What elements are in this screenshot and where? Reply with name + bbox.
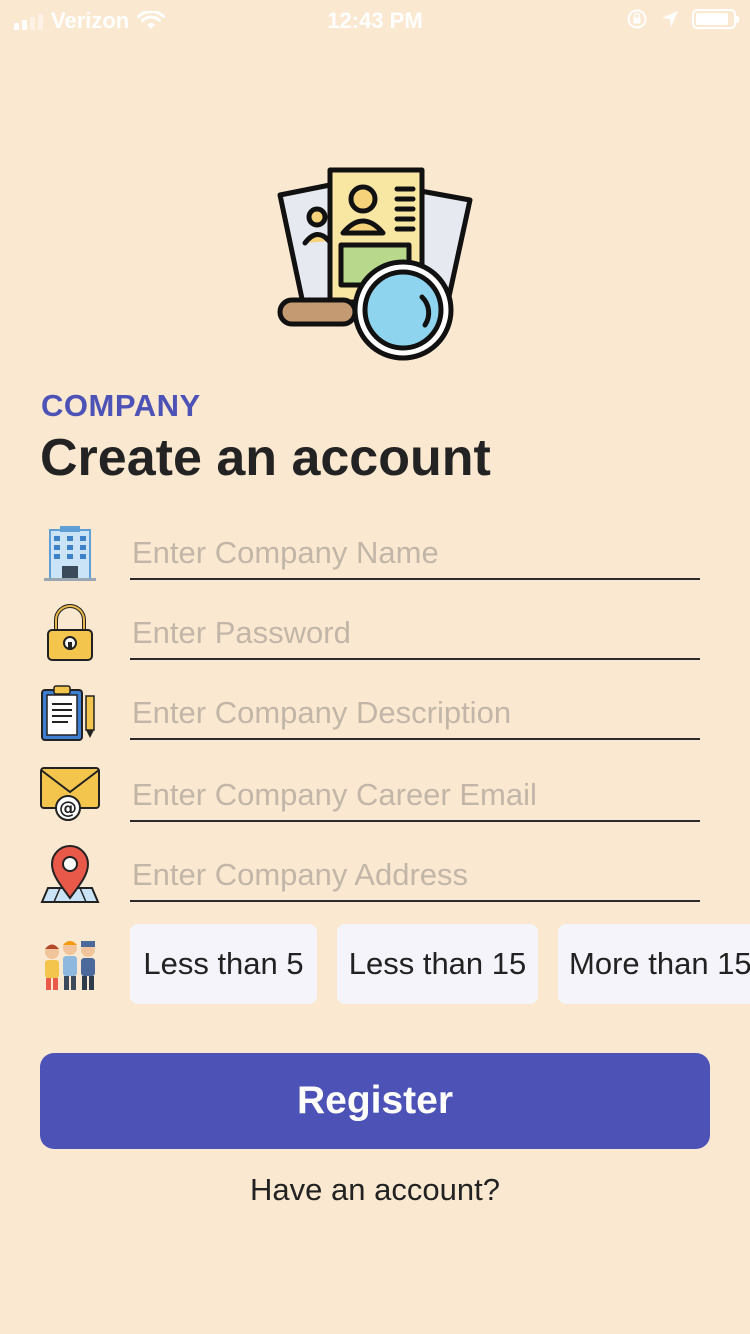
orientation-lock-icon — [627, 9, 647, 29]
career-email-input[interactable] — [130, 770, 700, 822]
password-row — [40, 590, 700, 670]
company-name-row — [40, 510, 700, 590]
padlock-icon — [47, 604, 93, 661]
description-row — [40, 670, 700, 750]
team-people-icon — [45, 941, 95, 990]
account-type-label: COMPANY — [41, 388, 201, 423]
address-row — [40, 832, 700, 912]
svg-text:@: @ — [59, 798, 77, 819]
clipboard-icon — [41, 685, 95, 741]
career-email-row: @ — [40, 752, 700, 832]
company-size-row: Less than 5 Less than 15 More than 15 — [40, 922, 750, 1006]
office-building-icon — [44, 526, 96, 581]
size-chip-less-than-5[interactable]: Less than 5 — [130, 924, 317, 1004]
size-chip-less-than-15[interactable]: Less than 15 — [337, 924, 538, 1004]
password-input[interactable] — [130, 608, 700, 660]
battery-icon — [692, 9, 739, 29]
page-title: Create an account — [40, 429, 491, 487]
status-right — [626, 8, 739, 30]
address-input[interactable] — [130, 850, 700, 902]
resume-search-icon — [277, 167, 473, 361]
status-bar: Verizon 12:43 PM — [0, 0, 750, 40]
register-button[interactable]: Register — [40, 1053, 710, 1149]
email-envelope-icon: @ — [40, 767, 100, 821]
map-pin-icon — [40, 845, 100, 903]
location-arrow-icon — [662, 11, 678, 27]
description-input[interactable] — [130, 688, 700, 740]
have-account-link[interactable]: Have an account? — [0, 1172, 750, 1208]
size-chip-more-than-15[interactable]: More than 15 — [558, 924, 750, 1004]
company-name-input[interactable] — [130, 528, 700, 580]
